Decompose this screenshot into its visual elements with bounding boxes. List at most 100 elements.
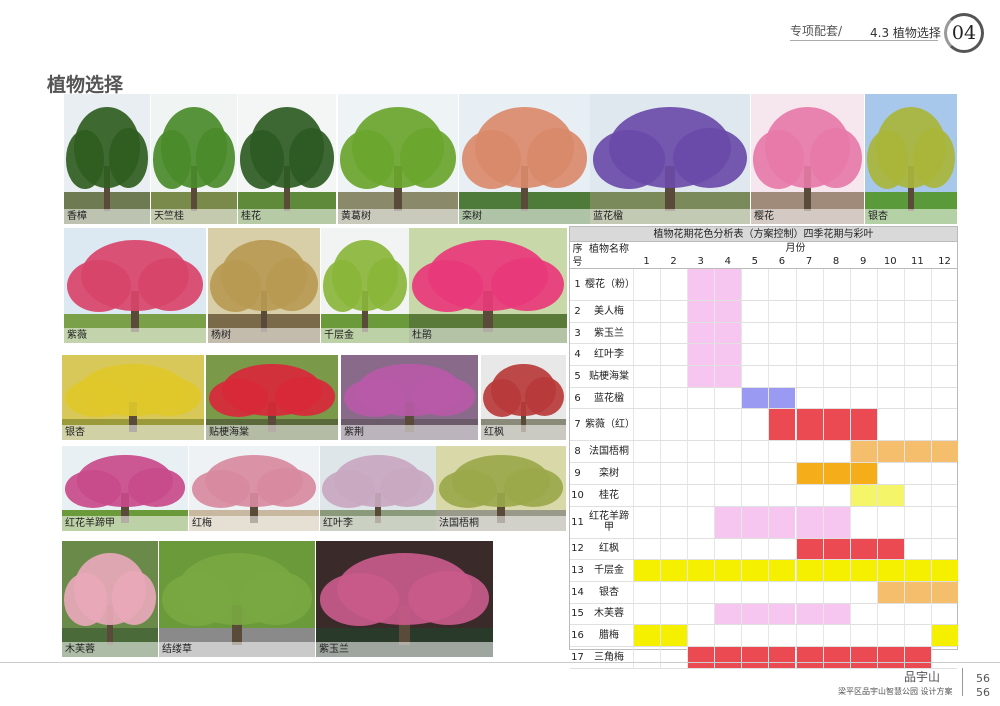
photo-caption: 红枫 [481,425,566,440]
month-cell [687,506,714,538]
plant-photo: 银杏 [62,355,204,440]
row-plant-name: 樱花（粉） [585,279,635,290]
month-cell [903,506,931,538]
table-row: 17 三角梅 [570,646,957,669]
month-cell [822,646,850,668]
photo-caption: 杜鹃 [409,328,567,343]
month-cell [903,646,931,668]
row-index: 8 [574,446,581,458]
month-cell [930,560,958,581]
photo-foliage [111,571,157,625]
month-cell [741,301,768,322]
month-cell [768,560,796,581]
photo-foliage [525,377,565,417]
photo-foliage [108,127,149,188]
month-cell [768,646,796,668]
month-cell [930,625,958,646]
month-cell [714,269,742,300]
row-index: 4 [574,349,581,361]
month-cell [687,301,715,322]
photo-foliage [366,257,408,311]
month-cell [795,506,823,538]
month-cell [714,387,741,409]
month-cell [795,344,823,366]
month-cell [795,301,823,322]
photo-foliage [135,377,202,417]
table-row: 1 樱花（粉） [570,269,957,301]
row-plant-name: 红叶李 [594,349,624,361]
month-cell [768,581,795,603]
table-row: 5 贴梗海棠 [570,366,957,388]
photo-foliage [195,127,236,188]
month-cell [903,387,931,409]
month-cell [714,322,742,344]
month-cell [741,506,769,538]
month-cell [903,625,931,646]
row-index: 7 [574,419,581,431]
header-divider [790,40,938,41]
photo-caption: 千层金 [321,328,409,343]
month-column-header: 5 [751,256,759,267]
photo-caption: 紫薇 [64,328,206,343]
table-row: 7 紫薇（红） [570,409,957,442]
month-cell [633,344,660,366]
month-cell [903,366,931,387]
row-index: 3 [574,327,581,339]
row-index: 9 [574,467,581,479]
plant-photo: 千层金 [321,228,409,343]
row-plant-name: 紫薇（红） [585,419,635,431]
month-cell [876,603,904,625]
row-plant-name: 紫玉兰 [594,327,624,339]
month-cell [714,409,741,441]
month-cell [903,441,931,463]
photo-foliage [266,257,318,311]
month-cell [660,344,687,366]
month-cell [687,387,714,409]
month-cell [660,322,687,344]
photo-foliage [319,573,400,626]
month-cell [795,269,823,300]
month-cell [633,463,660,484]
month-cell [741,581,768,603]
photo-foliage [162,573,233,626]
photo-foliage [809,127,862,188]
month-cell [822,506,850,538]
row-index: 5 [574,370,581,382]
month-cell [687,646,715,668]
month-cell [633,581,660,603]
month-cell [903,560,931,581]
plant-photo: 法国梧桐 [436,446,566,531]
photo-foliage [322,469,375,509]
plant-photo: 黄葛树 [338,94,458,224]
month-cell [876,538,904,560]
month-cell [714,625,741,646]
month-column-header: 6 [778,256,786,267]
month-column-header: 11 [911,256,924,267]
month-cell [930,506,958,538]
month-column-header: 9 [860,256,867,267]
row-index: 15 [571,608,584,620]
month-cell [660,646,687,668]
month-cell [795,409,823,441]
row-plant-name: 桂花 [599,489,619,501]
month-cell [903,409,931,441]
month-cell [849,322,877,344]
photo-caption: 紫荆 [341,425,478,440]
month-cell [633,484,660,506]
photo-foliage [64,378,129,418]
month-cell [903,581,931,603]
month-cell [687,625,714,646]
month-column-header: 12 [938,256,951,267]
month-cell [822,269,850,300]
photo-foliage [482,378,521,418]
table-row: 12 红枫 [570,538,957,561]
month-cell [930,581,958,603]
month-column-header: 2 [670,256,677,267]
page-number-top: 56 [976,672,990,685]
month-cell [876,560,904,581]
photo-caption: 蓝花楹 [590,209,750,224]
photo-caption: 红叶李 [320,516,436,531]
month-cell [903,322,931,344]
month-cell [795,538,823,560]
month-cell [876,625,904,646]
